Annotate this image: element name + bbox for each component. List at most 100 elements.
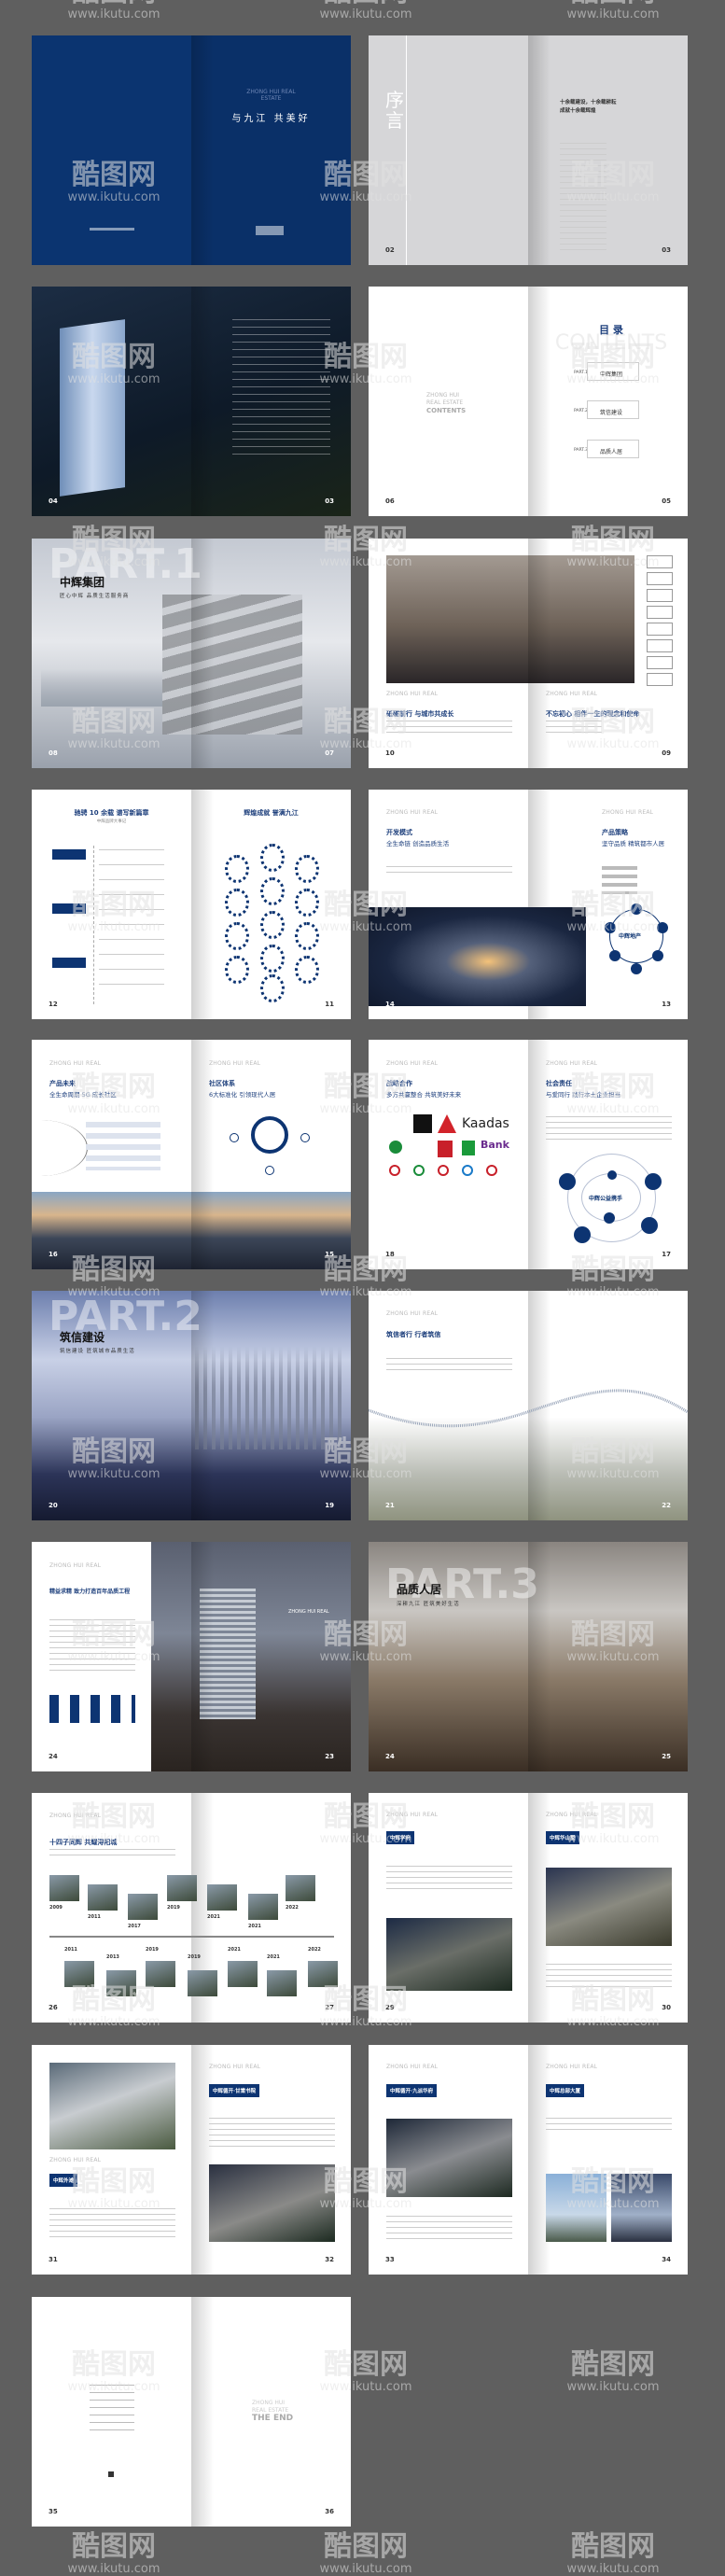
brand-label: ZHONG HUI REAL (386, 809, 439, 816)
award-wreath-icon (295, 855, 319, 883)
page-number: 18 (385, 1251, 395, 1258)
partner-logo-icon (486, 1165, 497, 1176)
partner-logo-icon (413, 1114, 432, 1133)
project-thumbnail (88, 1884, 118, 1911)
contents-title: 目 录 (599, 324, 623, 336)
timeline-year: 2021 (228, 1947, 241, 1953)
brand-label: ZHONG HUI REAL (49, 2157, 102, 2163)
brand-label: ZHONG HUI REAL (209, 1060, 261, 1067)
tower-photo (200, 1589, 256, 1719)
page-number: 13 (662, 1001, 671, 1008)
project-tag: 中辉华山墅 (546, 1831, 579, 1844)
section-subheading: 多方共赢整合 共筑美好未来 (386, 1091, 462, 1099)
project-tag: 中辉循开·九派华府 (386, 2084, 438, 2097)
page-number: 26 (49, 2004, 58, 2011)
timeline-year: 2021 (207, 1914, 220, 1920)
body-text (546, 2118, 672, 2135)
section-heading: 十四子同辉 共耀浔阳城 (49, 1839, 118, 1846)
award-wreath-icon (295, 922, 319, 950)
toc-frame (587, 440, 639, 458)
project-tag: 中辉循开·甘棠书院 (209, 2084, 260, 2097)
body-text (49, 1619, 135, 1671)
watermark: 酷图网www.ikutu.com (548, 0, 678, 21)
section-subheading: 全生命周期 5G 成长社区 (49, 1091, 117, 1099)
page-number: 36 (325, 2508, 334, 2515)
brand-en: ZHONG HUI REAL ESTATE (191, 89, 351, 102)
divider (406, 35, 407, 265)
spread-intro: 04 03 (32, 287, 351, 516)
spread-about: ZHONG HUI REAL ZHONG HUI REAL 砥砺前行 与城市共成… (369, 539, 688, 768)
back-cover-text (90, 228, 134, 231)
brand-label: ZHONG HUI REAL (386, 2064, 439, 2070)
project-thumbnail (167, 1875, 197, 1901)
history-events (99, 849, 164, 999)
community-ring (251, 1116, 288, 1154)
stat-box (647, 656, 673, 669)
section-subheading: 坚守品质 精筑都市人居 (602, 840, 665, 847)
project-thumbnail (248, 1894, 278, 1920)
page-number: 04 (49, 497, 58, 505)
spread-preface: 序言 十余载建设，十余载耕耘 成就十余载辉煌 02 03 (369, 35, 688, 265)
award-wreath-icon (260, 945, 285, 973)
page-number: 29 (385, 2004, 395, 2011)
section-heading: 筑信者行 行者筑信 (386, 1331, 441, 1338)
partner-logo-icon (438, 1141, 453, 1157)
stats-column (647, 555, 673, 686)
part-title: 品质人居 (397, 1583, 442, 1596)
brand-label: ZHONG HUI REAL (546, 1060, 598, 1067)
timeline-axis (49, 1936, 334, 1938)
timeline-year: 2011 (64, 1947, 77, 1953)
section-heading: 战略合作 (386, 1080, 412, 1087)
logo-icon (108, 2471, 114, 2477)
side-line: REAL ESTATE (426, 399, 464, 406)
page-number: 22 (662, 1502, 671, 1509)
timeline-year: 2021 (267, 1954, 280, 1960)
part-title: 中辉集团 (60, 576, 105, 589)
project-photo (611, 2174, 672, 2242)
toc-part: PART.3 (574, 448, 588, 453)
section-subheading: 6大标准化 引领现代人居 (209, 1091, 276, 1099)
watermark-logo: 酷图网 (300, 0, 431, 7)
page-number: 15 (325, 1251, 334, 1258)
page-number: 06 (385, 497, 395, 505)
project-thumbnail (308, 1961, 338, 1987)
watermark: 酷图网www.ikutu.com (49, 2532, 179, 2576)
node-icon (605, 922, 616, 933)
node-icon (230, 1133, 239, 1142)
partner-logo-bank: Bank (481, 1139, 509, 1151)
spread-history: 驰骋 10 余载 谱写新篇章 中辉品牌大事记 辉煌成就 誉满九江 12 11 (32, 790, 351, 1019)
project-tag: 中辉总部大厦 (546, 2084, 585, 2097)
photo-caption: ZHONG HUI REAL (288, 1609, 329, 1615)
stat-box (647, 623, 673, 636)
toc-part: PART.2 (574, 409, 588, 413)
timeline-year: 2009 (49, 1905, 63, 1911)
spread-cover: ZHONG HUI REAL ESTATE 与九江 共美好 (32, 35, 351, 265)
cover-slogan: 与九江 共美好 (231, 114, 311, 124)
partner-logo-icon (413, 1165, 425, 1176)
spread-part3: PART.3 品质人居 深耕九江 匠筑美好生活 24 25 (369, 1542, 688, 1771)
logo-icon (256, 226, 284, 235)
closing-text (90, 2385, 134, 2436)
body-text (386, 721, 512, 737)
partner-logo-icon (389, 1165, 400, 1176)
body-text (546, 1116, 672, 1140)
project-thumbnail (267, 1970, 297, 1996)
fold-shadow (191, 2297, 214, 2527)
section-heading: 砥砺前行 与城市共成长 (386, 710, 454, 718)
body-text (546, 721, 602, 737)
page-number: 17 (662, 1251, 671, 1258)
process-wave (369, 1389, 688, 1428)
product-list (86, 1122, 160, 1170)
watermark-url: www.ikutu.com (566, 2379, 660, 2394)
page-number: 10 (385, 749, 395, 757)
project-photo (546, 1868, 672, 1946)
preface-body (560, 143, 606, 255)
page-number: 30 (662, 2004, 671, 2011)
partner-logo-icon (462, 1141, 475, 1155)
partner-logo-icon (462, 1165, 473, 1176)
page-number: 03 (662, 246, 671, 254)
spread-projects-c: ZHONG HUI REAL ZHONG HUI REAL 中辉循开·九派华府 … (369, 2045, 688, 2275)
spread-product: ZHONG HUI REAL ZHONG HUI REAL 产品未来 全生命周期… (32, 1040, 351, 1269)
stat-box (647, 572, 673, 585)
watermark-url: www.ikutu.com (566, 7, 660, 21)
